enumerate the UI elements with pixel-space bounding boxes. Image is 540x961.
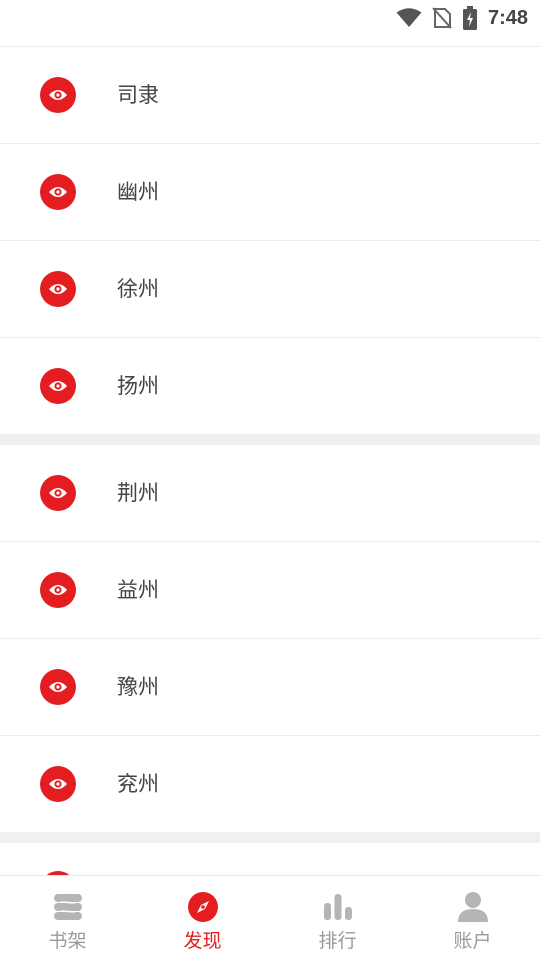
status-icons: 7:48 xyxy=(396,6,528,30)
list-item[interactable] xyxy=(0,843,540,875)
list-item-label: 司隶 xyxy=(117,83,159,107)
list-item-label: 兖州 xyxy=(117,772,159,796)
list-item[interactable]: 徐州 xyxy=(0,241,540,338)
eye-icon xyxy=(40,475,76,511)
bar-chart-icon xyxy=(323,890,353,924)
list-item[interactable]: 益州 xyxy=(0,542,540,639)
eye-icon xyxy=(40,368,76,404)
list-item-label: 益州 xyxy=(117,578,159,602)
group-divider xyxy=(0,434,540,445)
wifi-icon xyxy=(396,8,422,28)
nav-label: 书架 xyxy=(48,930,87,952)
list-item[interactable]: 扬州 xyxy=(0,338,540,434)
list-item[interactable]: 司隶 xyxy=(0,47,540,144)
region-list: 司隶 幽州 徐州 扬州 荆州 益州 豫州 兖州 xyxy=(0,47,540,875)
list-item-label: 豫州 xyxy=(117,675,159,699)
eye-icon xyxy=(40,766,76,802)
battery-charging-icon xyxy=(462,6,478,30)
list-item[interactable]: 荆州 xyxy=(0,445,540,542)
no-sim-icon xyxy=(432,7,452,29)
nav-account[interactable]: 账户 xyxy=(405,876,540,961)
nav-label: 排行 xyxy=(318,930,357,952)
eye-icon xyxy=(40,271,76,307)
list-item-label: 荆州 xyxy=(117,481,159,505)
status-time: 7:48 xyxy=(487,6,528,29)
eye-icon xyxy=(40,77,76,113)
list-item[interactable]: 兖州 xyxy=(0,736,540,832)
list-item-label: 扬州 xyxy=(117,374,159,398)
compass-icon xyxy=(187,890,219,924)
list-item[interactable]: 豫州 xyxy=(0,639,540,736)
bookshelf-icon xyxy=(52,890,84,924)
eye-icon xyxy=(40,174,76,210)
list-item-label: 幽州 xyxy=(117,180,159,204)
bottom-nav: 书架 发现 排行 账户 xyxy=(0,875,540,961)
list-item[interactable]: 幽州 xyxy=(0,144,540,241)
list-item-label: 徐州 xyxy=(117,277,159,301)
nav-label: 账户 xyxy=(453,930,492,952)
nav-label: 发现 xyxy=(183,930,222,952)
eye-icon xyxy=(40,669,76,705)
nav-discover[interactable]: 发现 xyxy=(135,876,270,961)
eye-icon xyxy=(40,572,76,608)
group-divider xyxy=(0,832,540,843)
user-icon xyxy=(457,890,489,924)
nav-bookshelf[interactable]: 书架 xyxy=(0,876,135,961)
nav-ranking[interactable]: 排行 xyxy=(270,876,405,961)
status-bar: 7:48 xyxy=(0,0,540,47)
